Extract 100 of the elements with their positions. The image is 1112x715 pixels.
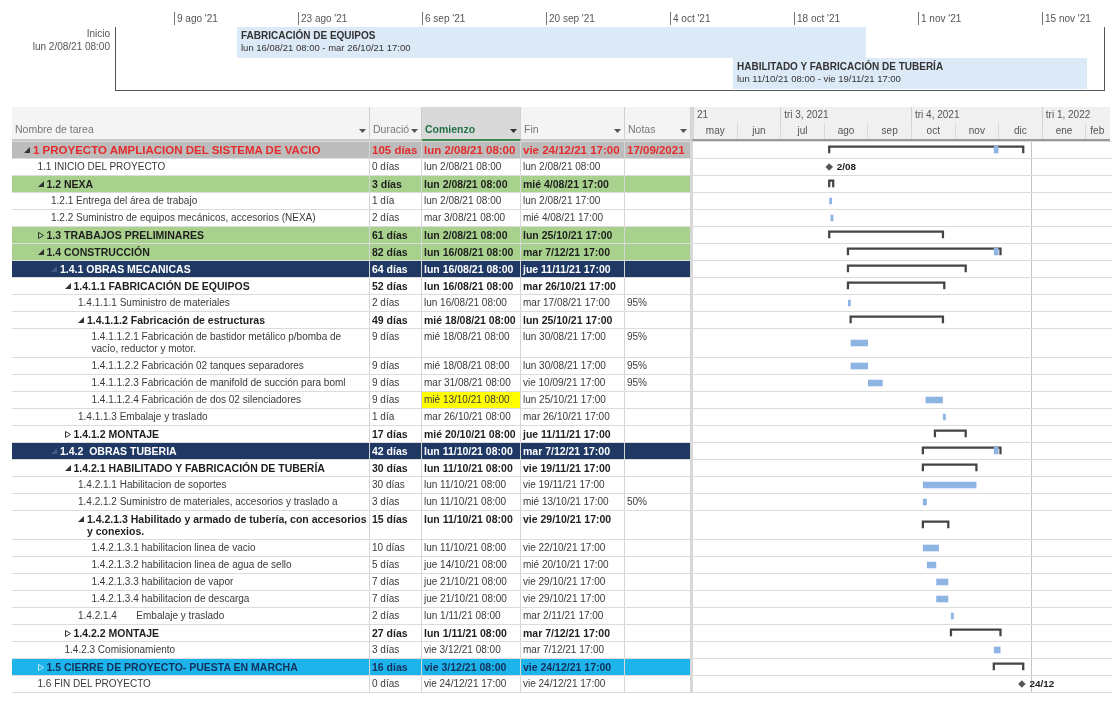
- task-name-cell[interactable]: 1.2 NEXA: [12, 176, 370, 192]
- finish-cell: mar 17/08/21 17:00: [521, 295, 625, 311]
- finish-cell: mié 4/08/21 17:00: [521, 176, 625, 192]
- finish-cell: mar 7/12/21 17:00: [521, 642, 625, 658]
- task-name-cell[interactable]: 1.4.2 OBRAS TUBERIA: [12, 443, 370, 459]
- task-name: 1.4.1.1.1 Suministro de materiales: [78, 297, 230, 309]
- start-label: Inicio: [86, 27, 110, 40]
- task-name: 1.2.2 Suministro de equipos mecánicos, accesorios (NEXA): [51, 212, 316, 224]
- task-name: 1.4.1.1.2.2 Fabricación 02 tanques separadores: [91, 360, 304, 372]
- start-cell: lun 11/10/21 08:00: [422, 460, 521, 476]
- finish-cell: mar 26/10/21 17:00: [521, 409, 625, 425]
- timeline-date-label: 23 ago '21: [298, 12, 348, 25]
- duration-cell: 5 días: [370, 557, 422, 573]
- duration-cell: 3 días: [370, 176, 422, 192]
- task-name: 1.4.2.1.2 Suministro de materiales, accesorios y traslado a: [78, 496, 338, 508]
- start-cell: lun 11/10/21 08:00: [422, 511, 521, 539]
- milestone-marker: [1018, 680, 1026, 688]
- expand-arrow-icon[interactable]: [64, 431, 71, 438]
- duration-cell: 10 días: [370, 540, 422, 556]
- notes-cell: 95%: [625, 358, 691, 374]
- month-label: ago: [823, 123, 868, 139]
- task-name: 1.4.1.1.2.3 Fabricación de manifold de succión para boml: [91, 377, 346, 389]
- duration-cell: 42 días: [370, 443, 422, 459]
- collapse-arrow-icon[interactable]: [64, 283, 71, 289]
- collapse-arrow-icon[interactable]: [78, 317, 84, 323]
- timeline-date-label: 1 nov '21: [918, 12, 962, 25]
- task-bar: [936, 578, 949, 586]
- notes-cell: 95%: [625, 295, 691, 311]
- duration-cell: 1 día: [370, 409, 422, 425]
- task-name: 1.4.1.2 MONTAJE: [73, 428, 160, 440]
- timeline-task-bar[interactable]: FABRICACIÓN DE EQUIPOS lun 16/08/21 08:00 - mar 26/10/21 17:00: [237, 27, 866, 58]
- start-cell: vie 3/12/21 08:00: [422, 659, 521, 675]
- start-cell: mar 26/10/21 08:00: [422, 409, 521, 425]
- task-name: 1.4.2.1.4 Embalaje y traslado: [78, 610, 225, 622]
- month-label: nov: [954, 123, 999, 139]
- quarter-label: tri 3, 2021: [780, 107, 911, 123]
- task-bar: [993, 646, 1001, 654]
- collapse-arrow-icon[interactable]: [37, 249, 44, 255]
- column-header[interactable]: Comienzo: [422, 107, 521, 141]
- duration-cell: 82 días: [370, 244, 422, 260]
- duration-cell: 61 días: [370, 227, 422, 243]
- start-cell: jue 21/10/21 08:00: [422, 591, 521, 607]
- notes-cell: 95%: [625, 329, 691, 357]
- timeline-task-bar[interactable]: HABILITADO Y FABRICACIÓN DE TUBERÍA lun 11/10/21 08:00 - vie 19/11/21 17:00: [733, 58, 1088, 89]
- month-label: feb: [1085, 123, 1105, 139]
- finish-cell: lun 30/08/21 17:00: [521, 358, 625, 374]
- task-bar: [868, 379, 883, 387]
- notes-cell: 17/09/2021: [625, 142, 691, 158]
- task-bar: [922, 481, 977, 489]
- milestone-label: 2/08: [836, 161, 856, 173]
- month-label: jul: [780, 123, 824, 139]
- duration-cell: 30 días: [370, 477, 422, 493]
- expand-arrow-icon[interactable]: [37, 232, 44, 239]
- task-bar: [829, 197, 833, 205]
- start-cell: lun 16/08/21 08:00: [422, 261, 521, 277]
- duration-cell: 49 días: [370, 312, 422, 328]
- duration-cell: 2 días: [370, 295, 422, 311]
- task-name: 1.4.1.1.2 Fabricación de estructuras: [87, 314, 265, 326]
- task-name: 1.4.2.1.3.2 habilitacion linea de agua de sello: [91, 559, 292, 571]
- task-name-cell[interactable]: 1.4.1 OBRAS MECANICAS: [12, 261, 370, 277]
- finish-cell: vie 19/11/21 17:00: [521, 460, 625, 476]
- finish-cell: lun 2/08/21 08:00: [521, 159, 625, 175]
- task-name-cell[interactable]: 1.3 TRABAJOS PRELIMINARES: [12, 227, 370, 243]
- start-cell: lun 11/10/21 08:00: [422, 443, 521, 459]
- task-name: 1.2.1 Entrega del área de trabajo: [51, 195, 198, 207]
- task-name: 1.4.2.1.1 Habilitacion de soportes: [78, 479, 227, 491]
- task-name: 1.4.2.1.3.1 habilitacion linea de vacio: [91, 542, 256, 554]
- collapse-arrow-icon[interactable]: [64, 465, 71, 471]
- start-cell: lun 2/08/21 08:00: [422, 159, 521, 175]
- timeline-task-title: HABILITADO Y FABRICACIÓN DE TUBERÍA: [737, 61, 945, 73]
- finish-cell: mié 4/08/21 17:00: [521, 210, 625, 226]
- task-name-cell[interactable]: 1.5 CIERRE DE PROYECTO- PUESTA EN MARCHA: [12, 659, 370, 675]
- column-header[interactable]: Duració: [370, 107, 422, 141]
- column-header[interactable]: Fin: [521, 107, 625, 141]
- dropdown-arrow-icon: [411, 129, 419, 133]
- start-cell: mié 13/10/21 08:00: [422, 392, 521, 408]
- timeline-date-label: 20 sep '21: [546, 12, 595, 25]
- start-cell: lun 16/08/21 08:00: [422, 278, 521, 294]
- finish-cell: vie 29/10/21 17:00: [521, 574, 625, 590]
- task-name-cell[interactable]: 1.4 CONSTRUCCIÓN: [12, 244, 370, 260]
- timeline-date-label: 6 sep '21: [422, 12, 466, 25]
- month-label: dic: [998, 123, 1042, 139]
- milestone-marker: [825, 163, 833, 171]
- collapse-arrow-icon[interactable]: [37, 181, 44, 187]
- collapse-arrow-icon[interactable]: [78, 516, 84, 522]
- start-cell: mié 18/08/21 08:00: [422, 358, 521, 374]
- task-name: 1.4.1.1.2.4 Fabricación de dos 02 silenciadores: [91, 394, 302, 406]
- rollup-bar: [993, 145, 999, 154]
- task-name: 1 PROYECTO AMPLIACION DEL SISTEMA DE VACIO: [33, 144, 321, 156]
- collapse-arrow-icon[interactable]: [24, 147, 30, 153]
- finish-cell: mar 7/12/21 17:00: [521, 244, 625, 260]
- start-cell: lun 16/08/21 08:00: [422, 244, 521, 260]
- expand-arrow-icon[interactable]: [64, 630, 71, 637]
- column-header[interactable]: Nombre de tarea: [12, 107, 370, 141]
- start-cell: jue 14/10/21 08:00: [422, 557, 521, 573]
- finish-cell: mié 20/10/21 17:00: [521, 557, 625, 573]
- timeline-task-title: FABRICACIÓN DE EQUIPOS: [241, 30, 377, 42]
- column-header[interactable]: Notas: [625, 107, 691, 141]
- task-name: 1.1 INICIO DEL PROYECTO: [37, 161, 166, 173]
- start-cell: mié 18/08/21 08:00: [422, 329, 521, 357]
